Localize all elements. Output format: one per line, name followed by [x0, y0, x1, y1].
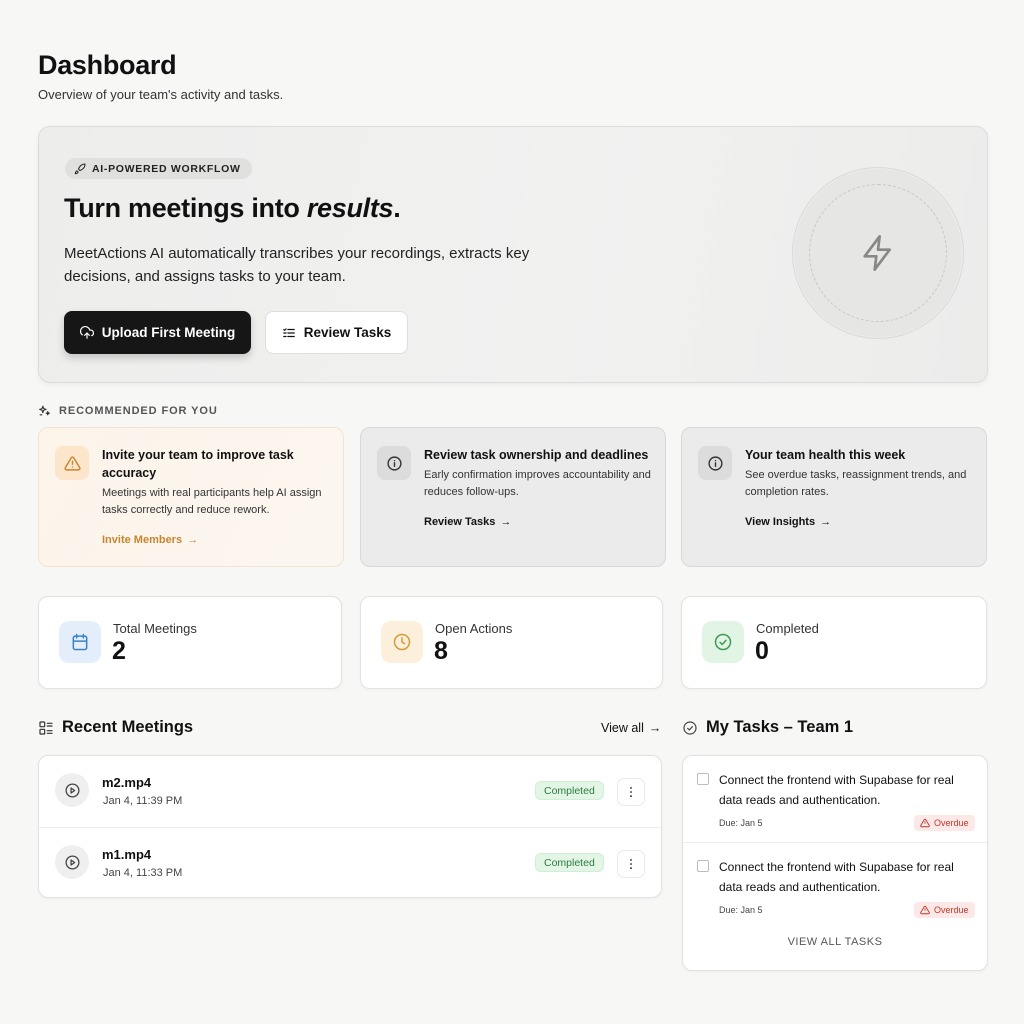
my-tasks-list: Connect the frontend with Supabase for r…: [682, 755, 988, 971]
recommendation-description: Early confirmation improves accountabili…: [424, 469, 651, 498]
recommendation-description: Meetings with real participants help AI …: [102, 487, 322, 516]
stat-label: Total Meetings: [113, 621, 197, 636]
task-item: Connect the frontend with Supabase for r…: [683, 842, 987, 926]
view-insights-link[interactable]: View Insights →: [745, 516, 831, 528]
recent-meetings-heading: Recent Meetings: [38, 718, 193, 737]
arrow-right-icon: →: [648, 721, 662, 735]
hero-heading: Turn meetings into results.: [64, 193, 401, 223]
task-text: Connect the frontend with Supabase for r…: [719, 860, 954, 894]
task-checkbox[interactable]: [697, 773, 709, 785]
page-title: Dashboard: [38, 50, 177, 80]
rocket-icon: [74, 162, 86, 174]
stat-open-actions: Open Actions 8: [360, 596, 663, 689]
lightning-icon: [863, 235, 891, 271]
stat-total-meetings: Total Meetings 2: [38, 596, 342, 689]
upload-first-meeting-button[interactable]: Upload First Meeting: [64, 311, 251, 354]
task-due-date: Due: Jan 5: [719, 818, 763, 828]
recommendation-title: Invite your team to improve task accurac…: [102, 448, 294, 480]
play-circle-icon: [64, 854, 80, 870]
status-badge: Completed: [535, 853, 604, 872]
stat-label: Completed: [756, 621, 819, 636]
view-all-meetings-link[interactable]: View all →: [601, 721, 661, 735]
task-checkbox[interactable]: [697, 860, 709, 872]
meeting-name: m1.mp4: [102, 847, 152, 862]
check-circle-icon: [683, 720, 697, 735]
arrow-right-icon: →: [500, 516, 512, 528]
overdue-badge: Overdue: [914, 902, 975, 918]
more-vertical-icon: [630, 786, 632, 798]
info-icon: [386, 455, 402, 471]
recommendation-description: See overdue tasks, reassignment trends, …: [745, 469, 967, 498]
pill-label: AI-POWERED WORKFLOW: [92, 162, 241, 175]
stat-value: 8: [434, 637, 448, 665]
arrow-right-icon: →: [820, 516, 832, 528]
warning-icon: [63, 455, 81, 471]
task-text: Connect the frontend with Supabase for r…: [719, 773, 954, 807]
recommendation-card-ownership: Review task ownership and deadlines Earl…: [360, 427, 666, 567]
task-due-date: Due: Jan 5: [719, 905, 763, 915]
list-check-icon: [282, 327, 295, 337]
recommendation-card-health: Your team health this week See overdue t…: [681, 427, 987, 567]
stat-completed: Completed 0: [681, 596, 987, 689]
recommendation-title: Review task ownership and deadlines: [424, 448, 649, 462]
task-item: Connect the frontend with Supabase for r…: [683, 756, 987, 840]
recommendation-title: Your team health this week: [745, 448, 906, 462]
hero-banner: AI-POWERED WORKFLOW Turn meetings into r…: [38, 126, 988, 383]
recent-meetings-list: m2.mp4 Jan 4, 11:39 PM Completed m1.mp4 …: [38, 755, 662, 898]
upload-cloud-icon: [79, 325, 94, 339]
stat-value: 2: [112, 637, 126, 665]
warning-icon: [920, 905, 930, 915]
recommendation-card-invite: Invite your team to improve task accurac…: [38, 427, 344, 567]
sparkles-icon: [39, 405, 50, 416]
meeting-more-button[interactable]: [617, 778, 645, 806]
more-vertical-icon: [630, 858, 632, 870]
calendar-icon: [72, 633, 88, 651]
page-subtitle: Overview of your team's activity and tas…: [38, 87, 284, 102]
view-all-tasks-link[interactable]: VIEW ALL TASKS: [683, 936, 987, 948]
clock-icon: [393, 633, 411, 651]
review-tasks-link[interactable]: Review Tasks →: [424, 516, 511, 528]
meeting-date: Jan 4, 11:33 PM: [103, 867, 183, 879]
stat-label: Open Actions: [435, 621, 513, 636]
recommended-label: RECOMMENDED FOR YOU: [38, 404, 218, 417]
list-item[interactable]: m1.mp4 Jan 4, 11:33 PM Completed: [39, 827, 661, 898]
hero-description: MeetActions AI automatically transcribes…: [64, 245, 530, 285]
meeting-name: m2.mp4: [102, 775, 152, 790]
invite-members-link[interactable]: Invite Members →: [102, 534, 198, 546]
stat-value: 0: [755, 637, 769, 665]
hero-heading-emphasis: results: [306, 193, 394, 223]
warning-icon: [920, 818, 930, 828]
hero-illustration: [792, 167, 964, 339]
status-badge: Completed: [535, 781, 604, 800]
list-item[interactable]: m2.mp4 Jan 4, 11:39 PM Completed: [39, 756, 661, 827]
arrow-right-icon: →: [187, 534, 199, 546]
grid-list-icon: [39, 720, 53, 735]
meeting-date: Jan 4, 11:39 PM: [103, 795, 183, 807]
review-tasks-button[interactable]: Review Tasks: [265, 311, 408, 354]
info-icon: [707, 455, 723, 471]
my-tasks-heading: My Tasks – Team 1: [682, 718, 853, 737]
meeting-more-button[interactable]: [617, 850, 645, 878]
check-circle-icon: [714, 633, 732, 651]
play-circle-icon: [64, 782, 80, 798]
ai-workflow-pill: AI-POWERED WORKFLOW: [65, 158, 252, 179]
overdue-badge: Overdue: [914, 815, 975, 831]
